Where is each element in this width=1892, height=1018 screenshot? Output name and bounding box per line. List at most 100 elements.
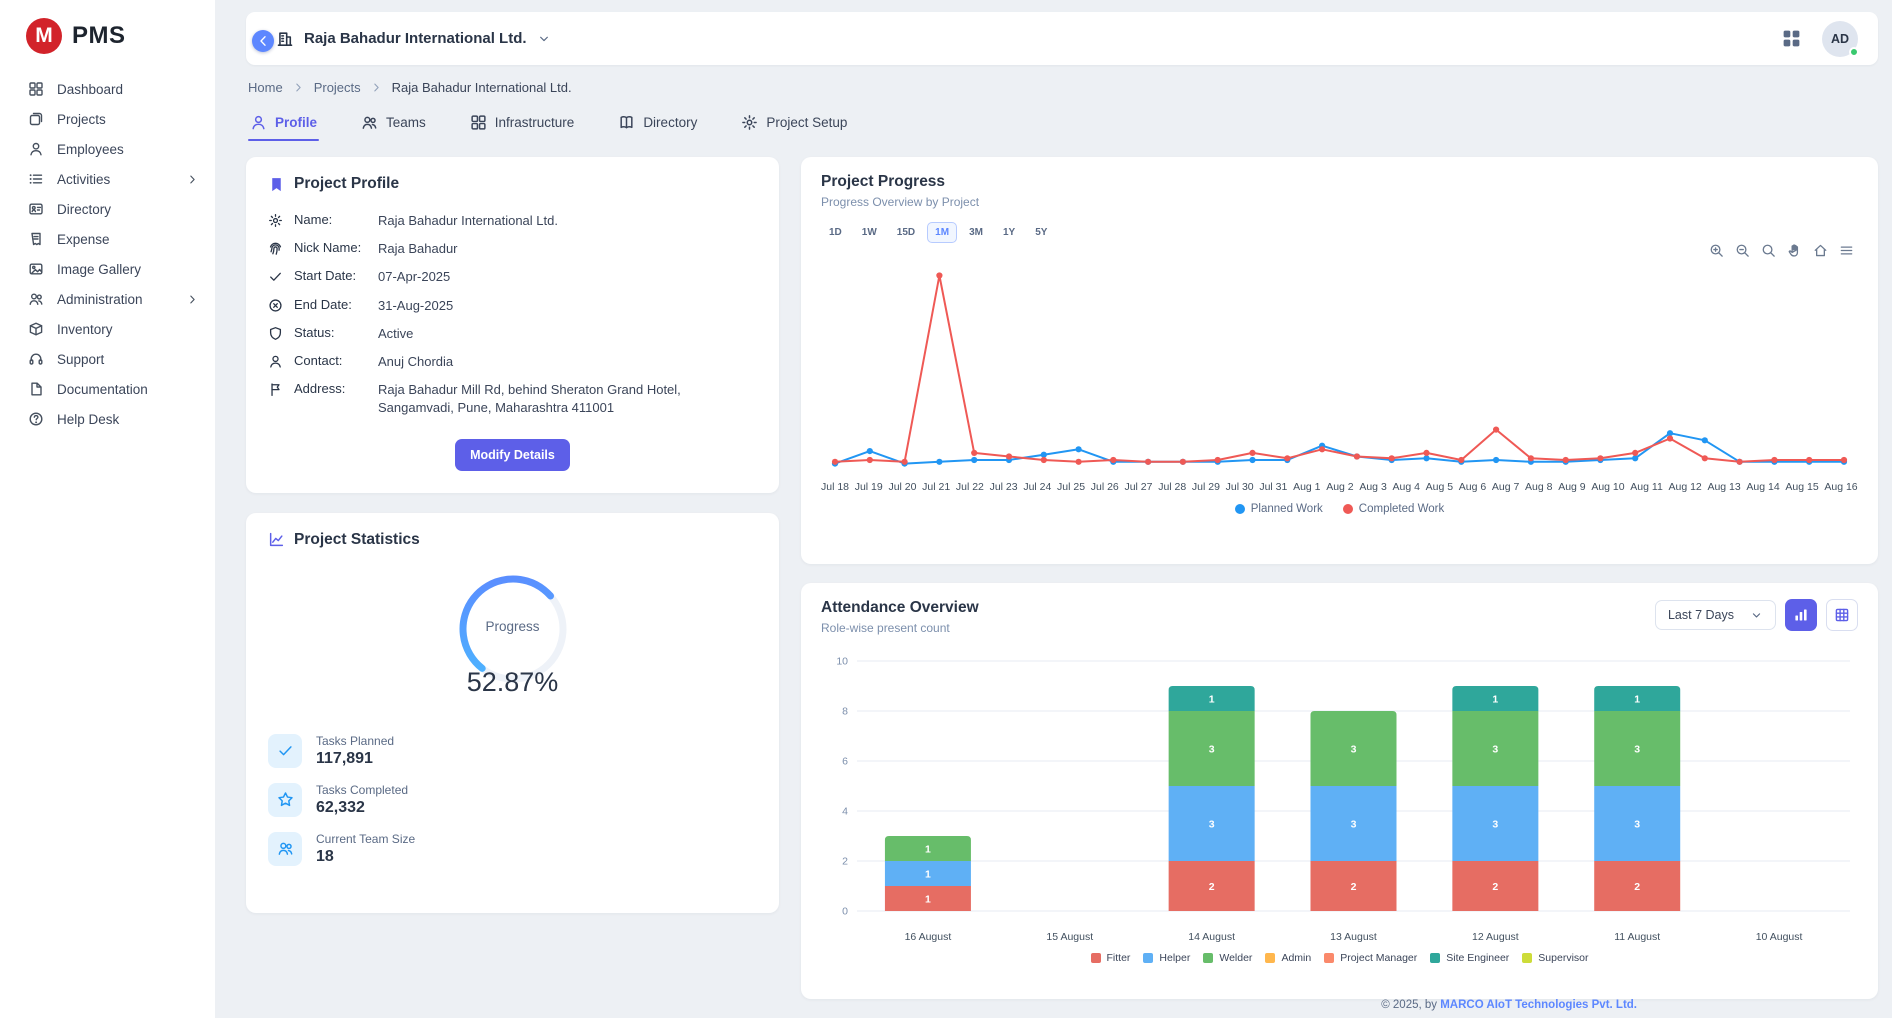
project-progress-chart[interactable]: Jul 18Jul 19Jul 20Jul 21Jul 22Jul 23Jul … (821, 249, 1858, 515)
legend-item[interactable]: Supervisor (1522, 952, 1588, 964)
x-axis-label: Aug 16 (1824, 481, 1857, 493)
sidebar-item-activities[interactable]: Activities (0, 164, 215, 194)
x-axis-label: 12 August (1424, 931, 1566, 943)
menu-icon[interactable] (1839, 243, 1854, 258)
app-logo[interactable]: M PMS (0, 0, 215, 70)
sidebar-item-projects[interactable]: Projects (0, 104, 215, 134)
id-card-icon (28, 201, 44, 217)
svg-text:1: 1 (1634, 693, 1640, 705)
sidebar-item-help-desk[interactable]: Help Desk (0, 404, 215, 434)
dashboard-icon (28, 81, 44, 97)
sidebar-item-label: Help Desk (57, 412, 119, 427)
zoom-out-icon[interactable] (1735, 243, 1750, 258)
profile-field-nick-name: Nick Name:Raja Bahadur (268, 235, 757, 263)
legend-swatch (1522, 953, 1532, 963)
attendance-controls: Last 7 Days (1655, 599, 1858, 631)
range-1d[interactable]: 1D (821, 222, 850, 243)
chevron-down-icon (537, 32, 551, 46)
line-chart-svg[interactable] (821, 249, 1858, 479)
project-statistics-card: Project Statistics (246, 513, 779, 913)
svg-text:1: 1 (1492, 693, 1498, 705)
breadcrumb-item[interactable]: Raja Bahadur International Ltd. (392, 80, 572, 95)
attendance-chart[interactable]: 0246810111233123323312331 16 August15 Au… (821, 649, 1858, 964)
pan-icon[interactable] (1787, 243, 1802, 258)
tab-project-setup[interactable]: Project Setup (739, 108, 849, 141)
legend-item[interactable]: Welder (1203, 952, 1252, 964)
table-view-toggle[interactable] (1826, 599, 1858, 631)
zoom-in-icon[interactable] (1709, 243, 1724, 258)
legend-item[interactable]: Admin (1265, 952, 1311, 964)
modify-details-button[interactable]: Modify Details (455, 439, 570, 471)
range-3m[interactable]: 3M (961, 222, 991, 243)
legend-item[interactable]: Completed Work (1343, 503, 1444, 515)
range-1m[interactable]: 1M (927, 222, 957, 243)
company-selector[interactable]: Raja Bahadur International Ltd. (276, 30, 551, 48)
bar-chart-svg[interactable]: 0246810111233123323312331 (821, 649, 1858, 931)
card-title: Project Progress (821, 173, 1858, 191)
stat-icon-tile (268, 832, 302, 866)
svg-text:6: 6 (842, 756, 848, 768)
svg-text:10: 10 (836, 656, 848, 668)
x-axis-label: Aug 13 (1707, 481, 1740, 493)
x-axis-label: 15 August (999, 931, 1141, 943)
table-icon (1834, 607, 1850, 623)
avatar-initials: AD (1831, 32, 1849, 46)
range-5y[interactable]: 5Y (1027, 222, 1055, 243)
tab-directory[interactable]: Directory (616, 108, 699, 141)
stat-value: 117,891 (316, 750, 394, 768)
sidebar-item-label: Documentation (57, 382, 148, 397)
book-icon (618, 114, 635, 131)
selection-zoom-icon[interactable] (1761, 243, 1776, 258)
date-range-select[interactable]: Last 7 Days (1655, 600, 1776, 630)
breadcrumb-item[interactable]: Projects (314, 80, 361, 95)
gear-icon (741, 114, 758, 131)
legend-label: Site Engineer (1446, 952, 1509, 964)
range-15d[interactable]: 15D (889, 222, 923, 243)
sidebar-item-label: Administration (57, 292, 143, 307)
sidebar-item-dashboard[interactable]: Dashboard (0, 74, 215, 104)
check-icon (268, 269, 283, 284)
profile-field-end-date: End Date:31-Aug-2025 (268, 292, 757, 320)
sidebar-item-documentation[interactable]: Documentation (0, 374, 215, 404)
legend-item[interactable]: Helper (1143, 952, 1190, 964)
home-icon[interactable] (1813, 243, 1828, 258)
x-axis-label: 14 August (1141, 931, 1283, 943)
legend-item[interactable]: Fitter (1091, 952, 1131, 964)
range-1w[interactable]: 1W (854, 222, 885, 243)
stat-value: 62,332 (316, 799, 408, 817)
sidebar-collapse-button[interactable] (252, 30, 274, 52)
sidebar-item-administration[interactable]: Administration (0, 284, 215, 314)
tab-label: Directory (643, 115, 697, 130)
range-1y[interactable]: 1Y (995, 222, 1023, 243)
field-value: Anuj Chordia (378, 353, 453, 371)
tab-infrastructure[interactable]: Infrastructure (468, 108, 577, 141)
svg-text:3: 3 (1634, 818, 1640, 830)
tab-teams[interactable]: Teams (359, 108, 428, 141)
apps-grid-icon[interactable] (1781, 28, 1802, 49)
legend-label: Supervisor (1538, 952, 1588, 964)
tab-profile[interactable]: Profile (248, 108, 319, 141)
sidebar-item-directory[interactable]: Directory (0, 194, 215, 224)
svg-text:3: 3 (1209, 743, 1215, 755)
legend-item[interactable]: Project Manager (1324, 952, 1417, 964)
projects-icon (28, 111, 44, 127)
x-axis-label: Jul 30 (1226, 481, 1254, 493)
svg-text:0: 0 (842, 906, 848, 918)
sidebar-item-expense[interactable]: Expense (0, 224, 215, 254)
footer-link[interactable]: MARCO AIoT Technologies Pvt. Ltd. (1440, 999, 1637, 1011)
sidebar-item-employees[interactable]: Employees (0, 134, 215, 164)
sidebar-item-inventory[interactable]: Inventory (0, 314, 215, 344)
legend-item[interactable]: Planned Work (1235, 503, 1323, 515)
headset-icon (28, 351, 44, 367)
sidebar-item-support[interactable]: Support (0, 344, 215, 374)
x-axis-label: Jul 19 (855, 481, 883, 493)
chart-view-toggle[interactable] (1785, 599, 1817, 631)
avatar[interactable]: AD (1822, 21, 1858, 57)
legend-dot (1343, 504, 1353, 514)
profile-fields: Name:Raja Bahadur International Ltd.Nick… (268, 207, 757, 423)
legend-item[interactable]: Site Engineer (1430, 952, 1509, 964)
sidebar-item-image-gallery[interactable]: Image Gallery (0, 254, 215, 284)
breadcrumb-item[interactable]: Home (248, 80, 283, 95)
stat-current-team-size: Current Team Size18 (268, 832, 757, 866)
gauge-label: Progress (455, 619, 571, 634)
